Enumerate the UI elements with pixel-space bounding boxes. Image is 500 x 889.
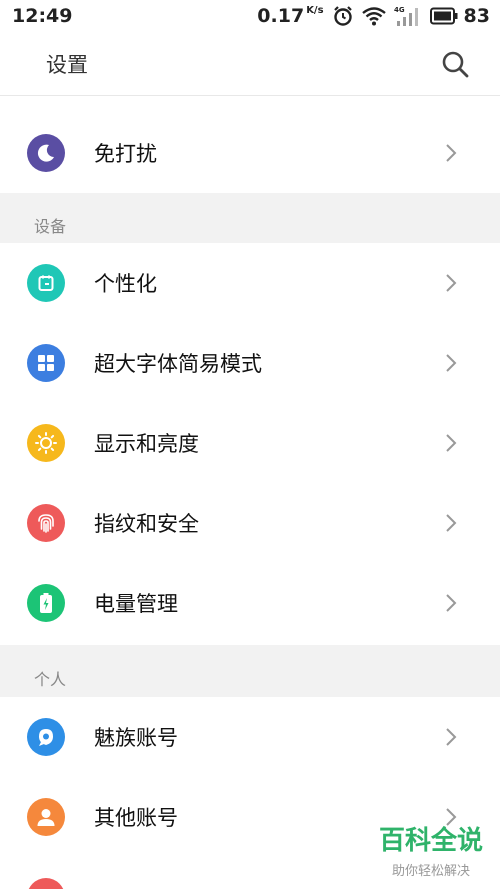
settings-item-personalization[interactable]: 个性化 <box>0 243 500 323</box>
chevron-right-icon <box>441 807 461 827</box>
network-speed: 0.17 K/s <box>257 5 324 27</box>
status-indicators: 0.17 K/s 4G 83 <box>257 5 490 27</box>
settings-item-fingerprint-security[interactable]: 指纹和安全 <box>0 483 500 563</box>
app-bar: 设置 <box>0 32 500 96</box>
status-bar: 12:49 0.17 K/s 4G 83 <box>0 0 500 32</box>
wifi-icon <box>361 6 386 26</box>
watermark-main: 百科全说 <box>378 826 483 856</box>
search-button[interactable] <box>438 47 472 81</box>
flyme-account-icon <box>27 718 65 756</box>
network-speed-unit: K/s <box>306 5 324 16</box>
watermark: 百科全说 助你轻松解决 <box>376 826 486 879</box>
battery-status-icon <box>429 7 458 25</box>
sun-icon <box>27 424 65 462</box>
settings-item-label: 超大字体简易模式 <box>94 352 262 376</box>
chevron-right-icon <box>441 433 461 453</box>
settings-item-label: 免打扰 <box>94 142 157 166</box>
section-title: 设备 <box>34 217 67 236</box>
battery-level: 83 <box>463 5 490 27</box>
battery-indicator: 83 <box>429 5 490 27</box>
alarm-icon <box>332 5 354 27</box>
chevron-right-icon <box>441 353 461 373</box>
chevron-right-icon <box>441 273 461 293</box>
settings-item-label: 显示和亮度 <box>94 432 199 456</box>
moon-icon <box>27 134 65 172</box>
settings-item-label: 个性化 <box>94 272 157 296</box>
grid-icon <box>27 344 65 382</box>
watermark-sub: 助你轻松解决 <box>391 864 470 879</box>
battery-icon <box>27 584 65 622</box>
fingerprint-icon <box>27 504 65 542</box>
settings-item-label: 其他账号 <box>94 806 178 830</box>
chevron-right-icon <box>441 513 461 533</box>
page-title: 设置 <box>46 52 88 77</box>
signal-icon: 4G <box>394 5 422 27</box>
chevron-right-icon <box>441 593 461 613</box>
settings-item-display-brightness[interactable]: 显示和亮度 <box>0 403 500 483</box>
location-icon <box>27 878 65 889</box>
search-icon <box>442 51 469 77</box>
settings-item-battery-management[interactable]: 电量管理 <box>0 563 500 643</box>
person-icon <box>27 798 65 836</box>
chevron-right-icon <box>441 143 461 163</box>
chevron-right-icon <box>441 727 461 747</box>
network-type: 4G <box>394 6 405 14</box>
settings-item-do-not-disturb[interactable]: 免打扰 <box>0 113 500 193</box>
status-time: 12:49 <box>12 5 73 27</box>
section-header-device: 设备 <box>0 193 500 243</box>
settings-item-label: 指纹和安全 <box>94 512 199 536</box>
settings-item-label: 魅族账号 <box>94 726 178 750</box>
settings-item-label: 电量管理 <box>94 592 178 616</box>
section-header-personal: 个人 <box>0 645 500 697</box>
settings-item-flyme-account[interactable]: 魅族账号 <box>0 697 500 777</box>
section-title: 个人 <box>34 670 67 689</box>
settings-item-large-font-mode[interactable]: 超大字体简易模式 <box>0 323 500 403</box>
personalize-icon <box>27 264 65 302</box>
